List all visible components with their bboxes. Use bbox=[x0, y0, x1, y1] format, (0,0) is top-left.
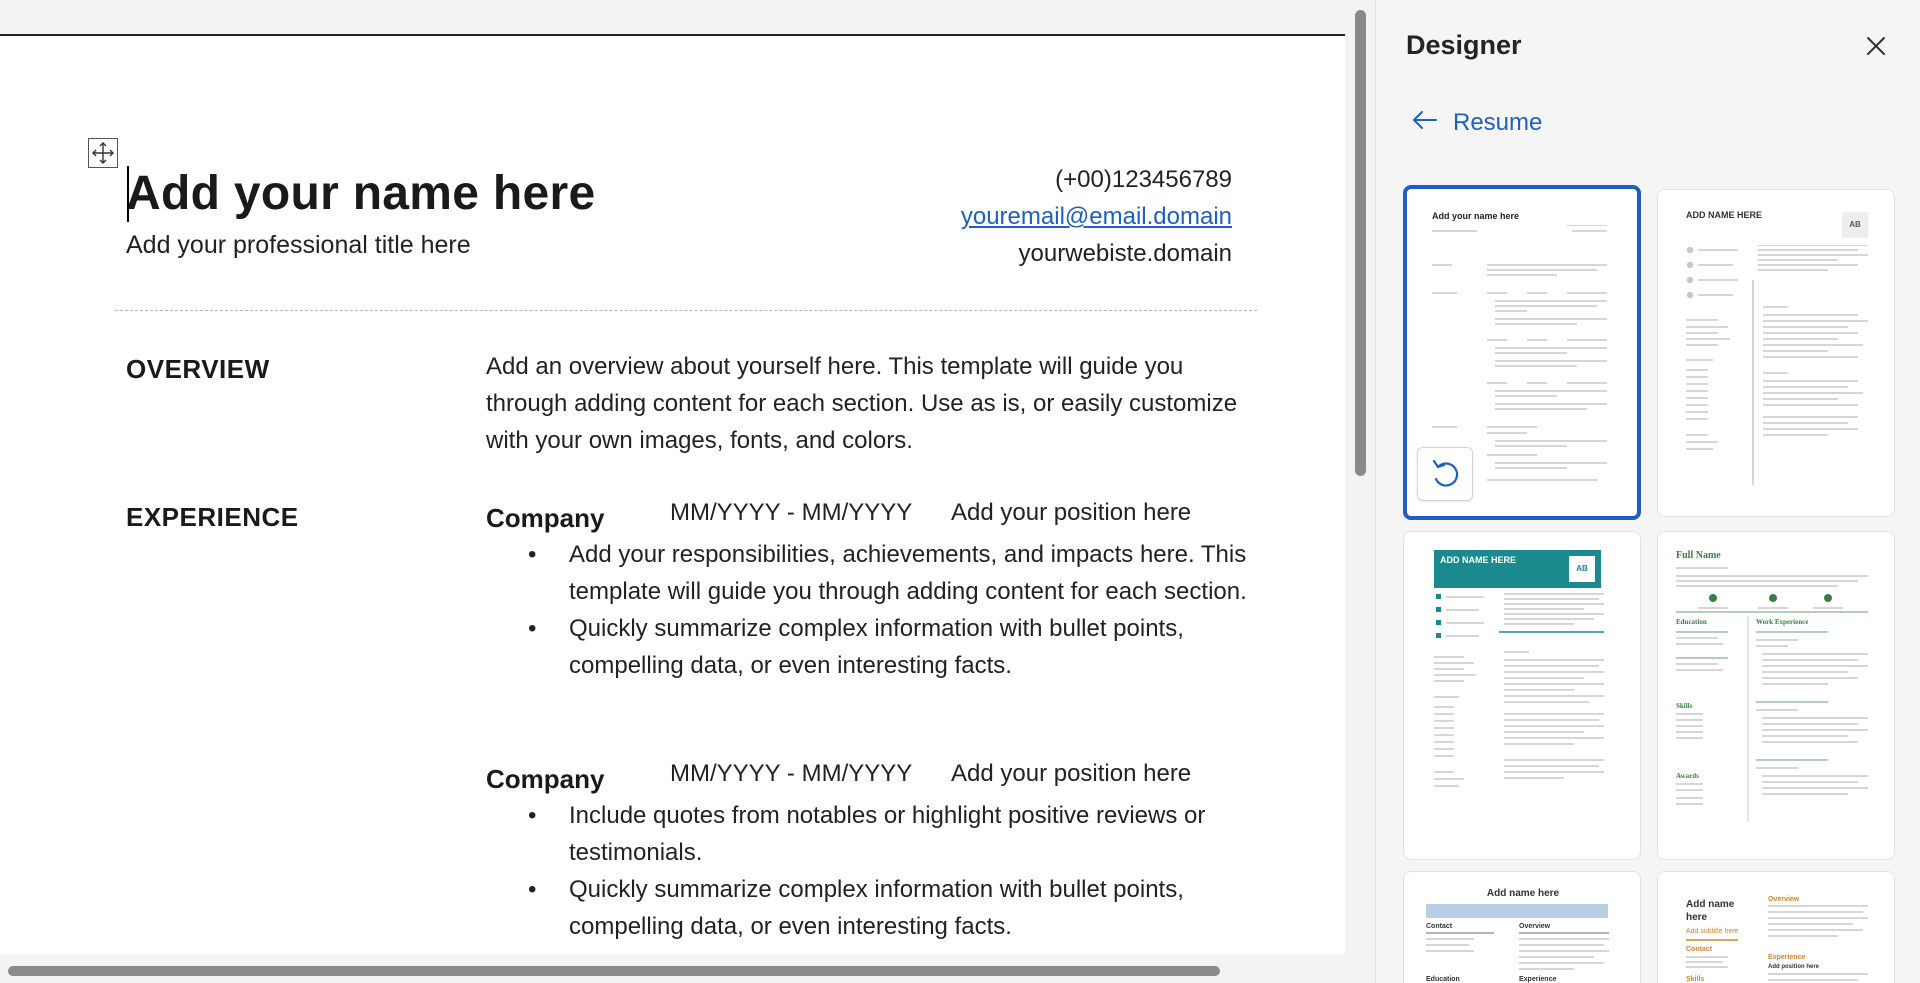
job-1-bullets: Add your responsibilities, achievements,… bbox=[528, 536, 1258, 684]
template-thumbnail-2[interactable]: ADD NAME HERE AB bbox=[1657, 189, 1895, 517]
job-1-company[interactable]: Company bbox=[486, 503, 604, 534]
job-1-position[interactable]: Add your position here bbox=[951, 499, 1191, 527]
t2-preview-lines bbox=[1686, 245, 1868, 485]
experience-heading[interactable]: EXPERIENCE bbox=[126, 502, 299, 533]
undo-icon[interactable] bbox=[1417, 447, 1473, 501]
overview-text[interactable]: Add an overview about yourself here. Thi… bbox=[486, 348, 1256, 459]
template-thumbnail-1[interactable]: Add your name here bbox=[1403, 185, 1641, 520]
t6-preview-lines bbox=[1686, 905, 1868, 981]
resume-email-link[interactable]: youremail@email.domain bbox=[961, 203, 1232, 231]
t4-preview-lines bbox=[1676, 567, 1868, 822]
t2-name: ADD NAME HERE bbox=[1686, 210, 1763, 220]
document-page[interactable]: Add your name here Add your professional… bbox=[0, 34, 1345, 954]
t1-name: Add your name here bbox=[1432, 211, 1520, 221]
designer-pane: Designer Resume Add your name here ADD N… bbox=[1375, 0, 1920, 983]
job-2-bullet-2[interactable]: Quickly summarize complex information wi… bbox=[528, 871, 1258, 945]
job-1-bullet-2[interactable]: Quickly summarize complex information wi… bbox=[528, 610, 1258, 684]
header-divider bbox=[115, 310, 1257, 311]
back-label: Resume bbox=[1453, 108, 1543, 136]
close-icon[interactable] bbox=[1862, 32, 1890, 60]
overview-heading[interactable]: OVERVIEW bbox=[126, 354, 270, 385]
table-move-handle-icon[interactable] bbox=[88, 138, 118, 168]
job-2-bullet-1[interactable]: Include quotes from notables or highligh… bbox=[528, 797, 1258, 871]
back-to-resume-button[interactable]: Resume bbox=[1411, 108, 1542, 137]
resume-name[interactable]: Add your name here bbox=[126, 166, 596, 221]
vertical-scroll-thumb[interactable] bbox=[1355, 10, 1366, 476]
t3-initials: AB bbox=[1569, 556, 1595, 582]
template-thumbnail-3[interactable]: ADD NAME HERE AB bbox=[1403, 531, 1641, 860]
job-2-dates[interactable]: MM/YYYY - MM/YYYY bbox=[670, 760, 912, 788]
job-2-company[interactable]: Company bbox=[486, 764, 604, 795]
t3-preview-lines bbox=[1434, 593, 1604, 787]
template-thumbnail-4[interactable]: Full Name Education Work Experience Skil… bbox=[1657, 531, 1895, 860]
job-1-dates[interactable]: MM/YYYY - MM/YYYY bbox=[670, 499, 912, 527]
t1-preview-lines bbox=[1432, 225, 1607, 481]
designer-title: Designer bbox=[1406, 30, 1522, 60]
job-2-bullets: Include quotes from notables or highligh… bbox=[528, 797, 1258, 945]
t3-name: ADD NAME HERE bbox=[1440, 555, 1517, 565]
template-thumbnail-5[interactable]: Add name here Contact Overview Education… bbox=[1403, 871, 1641, 983]
text-cursor bbox=[127, 166, 129, 222]
resume-website[interactable]: yourwebiste.domain bbox=[1019, 240, 1232, 268]
resume-professional-title[interactable]: Add your professional title here bbox=[126, 231, 471, 260]
t2-initials: AB bbox=[1842, 212, 1868, 238]
arrow-left-icon bbox=[1411, 108, 1439, 137]
horizontal-scroll-thumb[interactable] bbox=[8, 966, 1220, 976]
template-thumbnail-6[interactable]: Add name here Add subtitle here Contact … bbox=[1657, 871, 1895, 983]
t5-preview-lines bbox=[1426, 932, 1609, 970]
resume-phone[interactable]: (+00)123456789 bbox=[1055, 166, 1232, 194]
job-2-position[interactable]: Add your position here bbox=[951, 760, 1191, 788]
app-window: Add your name here Add your professional… bbox=[0, 0, 1920, 983]
document-canvas[interactable]: Add your name here Add your professional… bbox=[0, 0, 1375, 983]
job-1-bullet-1[interactable]: Add your responsibilities, achievements,… bbox=[528, 536, 1258, 610]
